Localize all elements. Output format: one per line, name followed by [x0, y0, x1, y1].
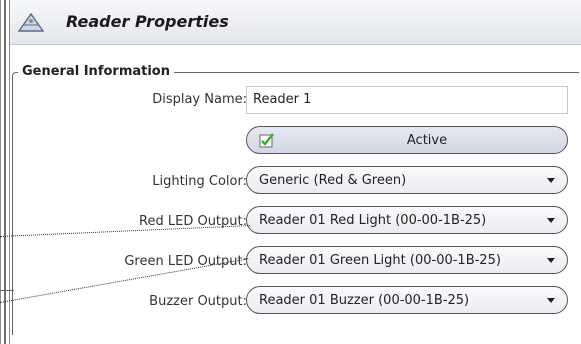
buzzer-select[interactable]: Reader 01 Buzzer (00-00-1B-25)	[246, 286, 568, 314]
window-border-rail	[0, 0, 10, 344]
callout-stub-line	[0, 290, 14, 291]
chevron-down-icon	[547, 298, 555, 303]
red-led-value: Reader 01 Red Light (00-00-1B-25)	[259, 213, 487, 228]
group-title: General Information	[18, 64, 174, 79]
reader-icon	[17, 12, 45, 32]
chevron-down-icon	[547, 178, 555, 183]
green-led-select[interactable]: Reader 01 Green Light (00-00-1B-25)	[246, 246, 568, 274]
lighting-color-label: Lighting Color:	[152, 174, 247, 189]
active-label: Active	[406, 133, 448, 148]
reader-properties-panel: Reader Properties General Information Di…	[10, 0, 581, 344]
lighting-color-select[interactable]: Generic (Red & Green)	[246, 166, 568, 194]
active-toggle[interactable]: Active	[246, 126, 568, 154]
red-led-select[interactable]: Reader 01 Red Light (00-00-1B-25)	[246, 206, 568, 234]
buzzer-value: Reader 01 Buzzer (00-00-1B-25)	[259, 293, 470, 308]
panel-title: Reader Properties	[66, 12, 229, 31]
panel-header: Reader Properties	[10, 0, 581, 45]
display-name-label: Display Name:	[152, 92, 247, 107]
green-led-value: Reader 01 Green Light (00-00-1B-25)	[259, 253, 501, 268]
lighting-color-value: Generic (Red & Green)	[259, 173, 407, 188]
buzzer-label: Buzzer Output:	[149, 294, 247, 309]
chevron-down-icon	[547, 218, 555, 223]
display-name-input[interactable]: Reader 1	[246, 86, 568, 114]
chevron-down-icon	[547, 258, 555, 263]
